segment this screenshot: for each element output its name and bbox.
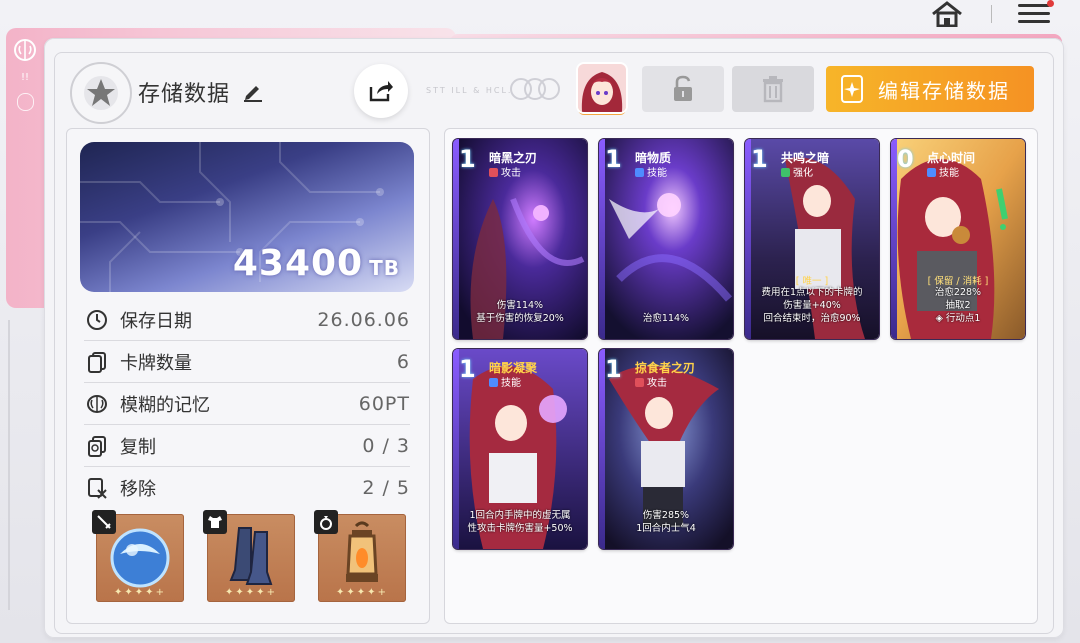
card-resonance[interactable]: 1 共鸣之暗 强化 [ 唯一 ] 费用在1点以下的卡牌的 伤害量+40% 回合结… xyxy=(745,139,879,339)
stat-label: 保存日期 xyxy=(120,311,192,332)
card-cost: 1 xyxy=(605,145,622,173)
clock-icon xyxy=(87,310,107,330)
card-description: 伤害114% 基于伤害的恢复20% xyxy=(476,300,564,324)
trash-icon xyxy=(763,76,783,103)
avatar[interactable] xyxy=(70,62,132,124)
scroll-track xyxy=(8,320,10,610)
card-shadow-gather[interactable]: 1 暗影凝聚 技能 1回合内手牌中的虚无属 性攻击卡牌伤害量+50% xyxy=(453,349,587,549)
character-portrait[interactable] xyxy=(578,64,626,112)
stat-label: 复制 xyxy=(120,437,156,458)
card-type: 技能 xyxy=(489,374,521,389)
card-cost: 1 xyxy=(605,355,622,383)
ring-icon xyxy=(314,510,338,534)
relic-orb[interactable]: ✦✦✦✦+ xyxy=(92,510,184,602)
card-description: 费用在1点以下的卡牌的 伤害量+40% 回合结束时，治愈90% xyxy=(761,287,863,324)
card-type: 强化 xyxy=(781,164,813,179)
card-cost: 1 xyxy=(459,355,476,383)
card-cost: 1 xyxy=(751,145,768,173)
card-tag: [ 保留 / 消耗 ] xyxy=(927,276,989,287)
stat-value: 6 xyxy=(396,351,410,373)
relic-lantern[interactable]: ✦✦✦✦+ xyxy=(314,510,406,602)
share-icon xyxy=(369,81,393,102)
card-tag: [ 唯一 ] xyxy=(795,276,829,287)
relic-stars: ✦✦✦✦+ xyxy=(225,587,277,598)
card-description: 1回合内手牌中的虚无属 性攻击卡牌伤害量+50% xyxy=(467,510,573,534)
brain-icon xyxy=(14,39,36,61)
stat-label: 卡牌数量 xyxy=(120,353,192,374)
unlock-icon xyxy=(674,75,692,101)
remove-icon xyxy=(88,478,107,499)
notification-dot xyxy=(1047,0,1054,7)
stat-blurry-memory: 模糊的记忆 60PT xyxy=(84,384,410,425)
strip-text xyxy=(16,93,34,111)
card-predator-blade[interactable]: 1 掠食者之刃 攻击 伤害285% 1回合内士气4 xyxy=(599,349,733,549)
star-icon xyxy=(84,76,118,110)
lock-button[interactable] xyxy=(642,66,724,112)
pencil-icon[interactable] xyxy=(242,80,264,102)
card-type: 技能 xyxy=(635,164,667,179)
card-description: 伤害285% 1回合内士气4 xyxy=(636,510,696,534)
stat-value: 26.06.06 xyxy=(317,309,410,331)
stat-label: 模糊的记忆 xyxy=(120,395,210,416)
card-description: 治愈114% xyxy=(642,313,690,324)
edit-storage-button[interactable]: 编辑存储数据 xyxy=(826,66,1034,112)
edit-storage-label: 编辑存储数据 xyxy=(878,78,1010,103)
page-title: 存储数据 xyxy=(138,82,231,107)
home-icon[interactable] xyxy=(929,1,965,27)
relic-boots[interactable]: ✦✦✦✦+ xyxy=(203,510,295,602)
stat-save-date: 保存日期 26.06.06 xyxy=(84,300,410,341)
storage-value: 43400 TB xyxy=(232,243,400,284)
cards-icon xyxy=(88,352,106,373)
share-button[interactable] xyxy=(354,64,408,118)
brain-icon xyxy=(87,395,107,413)
menu-icon[interactable] xyxy=(1018,0,1054,26)
card-type: 攻击 xyxy=(489,164,521,179)
stat-value: 0 / 3 xyxy=(362,435,410,457)
storage-banner: 43400 TB xyxy=(80,142,414,292)
side-strip: !! xyxy=(10,38,40,288)
copy-icon xyxy=(88,436,106,457)
card-dark-blade[interactable]: 1 暗黑之刃 攻击 伤害114% 基于伤害的恢复20% xyxy=(453,139,587,339)
card-dark-matter[interactable]: 1 暗物质 技能 治愈114% xyxy=(599,139,733,339)
relic-stars: ✦✦✦✦+ xyxy=(336,587,388,598)
delete-button[interactable] xyxy=(732,66,814,112)
armor-icon xyxy=(203,510,227,534)
card-snack-time[interactable]: 0 点心时间 技能 [ 保留 / 消耗 ] 治愈228% 抽取2 ◈ 行动点1 xyxy=(891,139,1025,339)
rings-icon xyxy=(510,78,560,100)
card-edit-icon xyxy=(841,75,863,103)
card-cost: 0 xyxy=(897,145,914,173)
stat-remove: 移除 2 / 5 xyxy=(84,468,410,508)
stat-value: 2 / 5 xyxy=(362,477,410,499)
card-description: 治愈228% 抽取2 ◈ 行动点1 xyxy=(934,287,982,324)
stat-value: 60PT xyxy=(358,393,410,415)
card-cost: 1 xyxy=(459,145,476,173)
stat-label: 移除 xyxy=(120,479,156,500)
top-nav xyxy=(929,0,1054,28)
card-type: 技能 xyxy=(927,164,959,179)
stat-card-count: 卡牌数量 6 xyxy=(84,342,410,383)
sword-icon xyxy=(92,510,116,534)
stat-copy: 复制 0 / 3 xyxy=(84,426,410,467)
relic-stars: ✦✦✦✦+ xyxy=(114,587,166,598)
strip-mark: !! xyxy=(20,72,30,83)
divider xyxy=(991,5,992,23)
card-type: 攻击 xyxy=(635,374,667,389)
deco-text: STT ILL & HCL. xyxy=(426,86,513,95)
